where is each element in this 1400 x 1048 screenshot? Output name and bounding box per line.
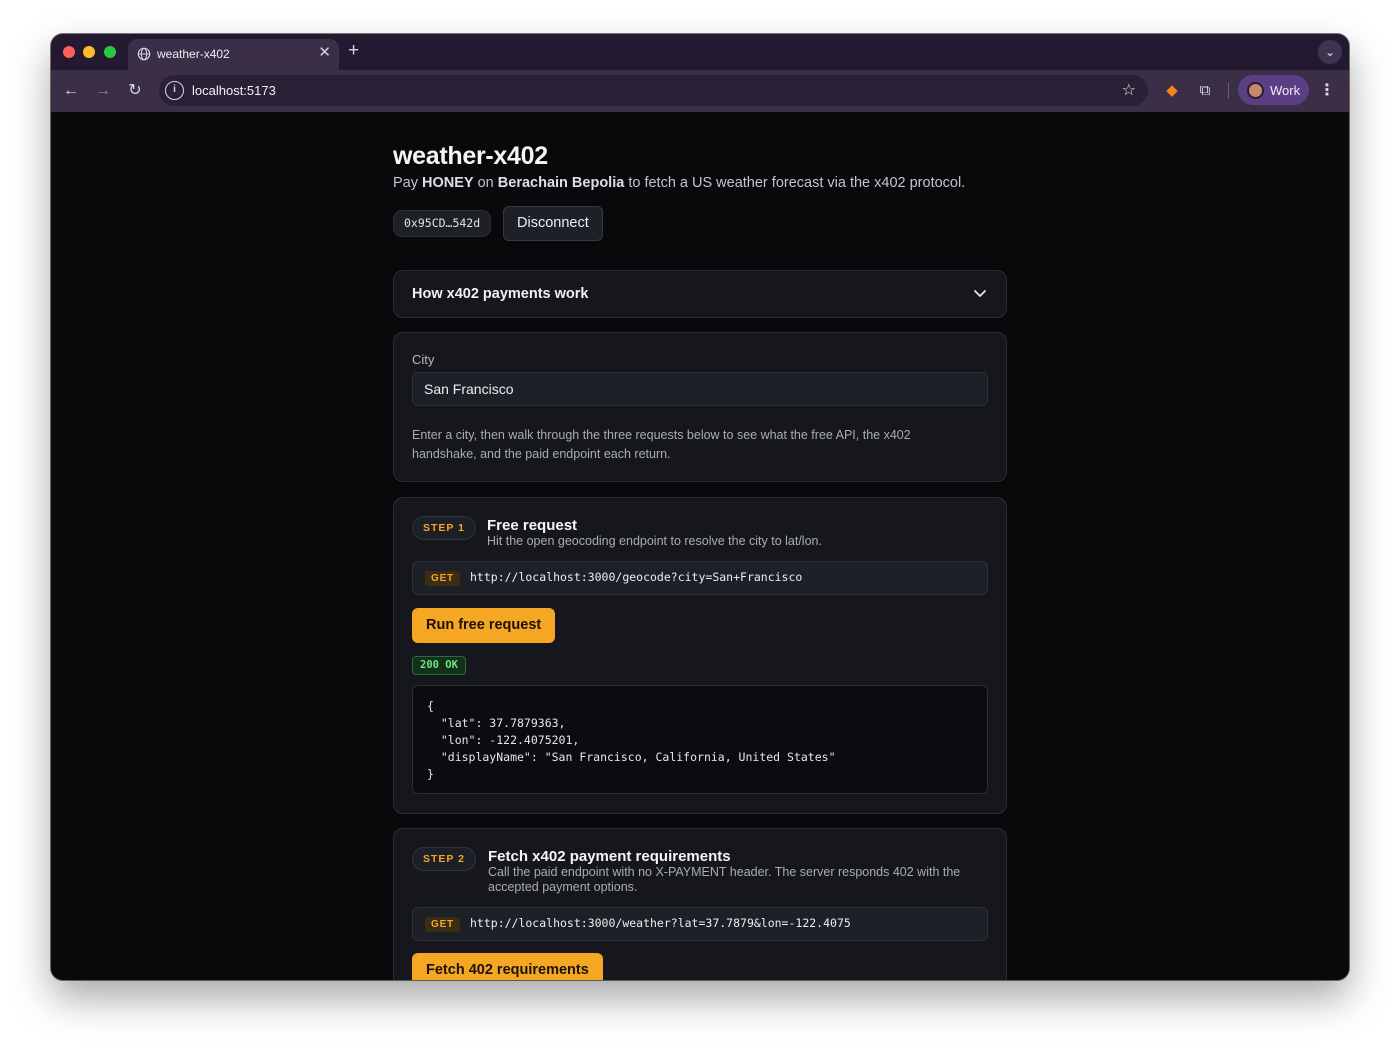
step-1-card: STEP 1 Free request Hit the open geocodi… bbox=[393, 497, 1007, 814]
browser-menu-icon[interactable]: ⋮ bbox=[1319, 80, 1335, 100]
status-badge: 200 OK bbox=[412, 656, 466, 675]
response-body: { "lat": 37.7879363, "lon": -122.4075201… bbox=[412, 685, 988, 794]
page-subtitle: Pay HONEY on Berachain Bepolia to fetch … bbox=[393, 175, 966, 191]
token-name: HONEY bbox=[422, 175, 474, 191]
url-text[interactable]: localhost:5173 bbox=[192, 83, 276, 98]
avatar bbox=[1247, 82, 1264, 99]
step-title: Free request bbox=[487, 517, 578, 534]
disconnect-button[interactable]: Disconnect bbox=[503, 206, 603, 241]
fetch-402-requirements-button[interactable]: Fetch 402 requirements bbox=[412, 953, 603, 980]
bookmark-star-icon[interactable]: ☆ bbox=[1122, 80, 1136, 100]
endpoint-box: GET http://localhost:3000/geocode?city=S… bbox=[412, 561, 988, 595]
step-title: Fetch x402 payment requirements bbox=[488, 848, 731, 865]
endpoint-box: GET http://localhost:3000/weather?lat=37… bbox=[412, 907, 988, 941]
profile-label: Work bbox=[1270, 83, 1301, 98]
browser-window: weather-x402 ✕ + ⌄ ← → ↻ i localhost:517… bbox=[51, 34, 1349, 980]
step-badge: STEP 1 bbox=[412, 516, 476, 540]
tab-strip: weather-x402 ✕ + ⌄ bbox=[51, 34, 1349, 70]
reload-button[interactable]: ↻ bbox=[123, 79, 147, 103]
wallet-address-badge: 0x95CD…542d bbox=[393, 210, 492, 237]
close-window-button[interactable] bbox=[63, 46, 75, 58]
page-viewport: weather-x402 Pay HONEY on Berachain Bepo… bbox=[51, 112, 1349, 980]
city-label: City bbox=[412, 352, 435, 367]
city-input[interactable] bbox=[412, 372, 988, 406]
chevron-down-icon bbox=[974, 290, 986, 297]
close-tab-icon[interactable]: ✕ bbox=[318, 45, 331, 61]
response-json: { "lat": 37.7879363, "lon": -122.4075201… bbox=[427, 699, 836, 781]
toolbar-divider bbox=[1228, 83, 1229, 99]
new-tab-button[interactable]: + bbox=[348, 41, 359, 61]
tab-search-button[interactable]: ⌄ bbox=[1318, 40, 1342, 64]
tab-title: weather-x402 bbox=[157, 47, 230, 61]
city-card: City Enter a city, then walk through the… bbox=[393, 332, 1007, 482]
how-it-works-accordion[interactable]: How x402 payments work bbox=[393, 270, 1007, 318]
page-title: weather-x402 bbox=[393, 142, 548, 170]
browser-toolbar: ← → ↻ i localhost:5173 ☆ ◆ ⧉ Work ⋮ bbox=[51, 70, 1349, 112]
chain-name: Berachain Bepolia bbox=[497, 175, 625, 191]
step-badge: STEP 2 bbox=[412, 847, 476, 871]
extensions-puzzle-icon[interactable]: ⧉ bbox=[1194, 80, 1216, 102]
address-bar[interactable]: i localhost:5173 ☆ bbox=[159, 75, 1148, 106]
browser-tab[interactable]: weather-x402 ✕ bbox=[128, 39, 339, 70]
globe-icon bbox=[137, 47, 151, 61]
maximize-window-button[interactable] bbox=[104, 46, 116, 58]
city-help-text: Enter a city, then walk through the thre… bbox=[412, 428, 911, 461]
run-free-request-button[interactable]: Run free request bbox=[412, 608, 556, 643]
forward-button[interactable]: → bbox=[91, 79, 115, 103]
http-method-badge: GET bbox=[425, 917, 460, 932]
site-info-icon[interactable]: i bbox=[165, 81, 184, 100]
step-description: Hit the open geocoding endpoint to resol… bbox=[487, 534, 822, 548]
metamask-extension-icon[interactable]: ◆ bbox=[1161, 80, 1183, 102]
minimize-window-button[interactable] bbox=[83, 46, 95, 58]
step-2-card: STEP 2 Fetch x402 payment requirements C… bbox=[393, 828, 1007, 980]
profile-button[interactable]: Work bbox=[1238, 75, 1309, 105]
endpoint-url: http://localhost:3000/weather?lat=37.787… bbox=[470, 916, 851, 930]
accordion-title: How x402 payments work bbox=[412, 286, 589, 302]
http-method-badge: GET bbox=[425, 571, 460, 586]
back-button[interactable]: ← bbox=[59, 79, 83, 103]
endpoint-url: http://localhost:3000/geocode?city=San+F… bbox=[470, 570, 803, 584]
step-description: Call the paid endpoint with no X-PAYMENT… bbox=[488, 865, 961, 894]
